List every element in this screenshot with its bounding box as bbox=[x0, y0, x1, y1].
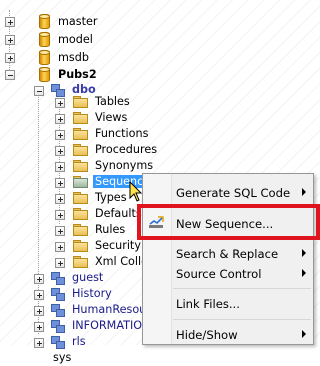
expand-humanresources-button[interactable] bbox=[34, 306, 44, 316]
schema-icon bbox=[51, 319, 65, 333]
tree-node-label: INFORMATION bbox=[72, 319, 151, 332]
menu-item-label: Generate SQL Code bbox=[176, 186, 291, 200]
schema-icon bbox=[51, 83, 65, 97]
database-icon bbox=[39, 32, 50, 47]
expand-tables-button[interactable] bbox=[55, 98, 65, 108]
tree-node-functions[interactable]: Functions bbox=[73, 125, 150, 142]
tree-node-rules[interactable]: Rules bbox=[73, 221, 127, 238]
expand-model-button[interactable] bbox=[5, 35, 15, 45]
tree-node-label: Synonyms bbox=[95, 159, 154, 172]
expand-functions-button[interactable] bbox=[55, 130, 65, 140]
expand-xml-collections-button[interactable] bbox=[55, 258, 65, 268]
tree-node-views[interactable]: Views bbox=[73, 109, 129, 126]
menu-item-label: Search & Replace bbox=[176, 247, 279, 261]
expand-security-policies-button[interactable] bbox=[55, 242, 65, 252]
schema-icon bbox=[51, 287, 65, 301]
tree-node-label: master bbox=[58, 15, 98, 28]
submenu-arrow-icon bbox=[302, 269, 306, 277]
folder-icon bbox=[73, 144, 88, 156]
tree-node-label: model bbox=[58, 33, 93, 46]
expand-information-schema-button[interactable] bbox=[34, 322, 44, 332]
tree-node-procedures[interactable]: Procedures bbox=[73, 141, 159, 158]
tree-node-label: Views bbox=[95, 111, 128, 124]
expand-master-button[interactable] bbox=[5, 17, 15, 27]
tree-node-label: History bbox=[72, 287, 112, 300]
tree-node-synonyms[interactable]: Synonyms bbox=[73, 157, 155, 174]
expand-guest-button[interactable] bbox=[34, 274, 44, 284]
tree-node-label: guest bbox=[72, 271, 104, 284]
tree-node-model[interactable]: model bbox=[39, 31, 95, 48]
tree-node-sys[interactable]: sys bbox=[51, 349, 73, 366]
tree-node-label: rls bbox=[72, 335, 86, 348]
tree-node-label: Types bbox=[95, 191, 127, 204]
folder-icon bbox=[73, 96, 88, 108]
tree-node-master[interactable]: master bbox=[39, 13, 99, 30]
tree-node-msdb[interactable]: msdb bbox=[39, 49, 91, 66]
tree-node-types[interactable]: Types bbox=[73, 189, 129, 206]
highlight-annotation bbox=[137, 204, 320, 240]
tree-node-history[interactable]: History bbox=[51, 285, 114, 302]
menu-item-link-files[interactable]: Link Files... bbox=[176, 293, 312, 315]
menu-separator bbox=[173, 319, 311, 320]
tree-node-rls[interactable]: rls bbox=[51, 333, 88, 350]
expand-sequences-button[interactable] bbox=[55, 178, 65, 188]
menu-item-search-replace[interactable]: Search & Replace bbox=[176, 243, 312, 265]
schema-icon bbox=[51, 303, 65, 317]
menu-item-source-control[interactable]: Source Control bbox=[176, 263, 312, 285]
expand-msdb-button[interactable] bbox=[5, 53, 15, 63]
expand-history-button[interactable] bbox=[34, 290, 44, 300]
tree-node-label: Tables bbox=[95, 95, 130, 108]
submenu-arrow-icon bbox=[302, 188, 306, 196]
expand-types-button[interactable] bbox=[55, 194, 65, 204]
collapse-pubs2-button[interactable] bbox=[5, 70, 15, 80]
expand-defaults-button[interactable] bbox=[55, 210, 65, 220]
tree-node-label: HumanResour bbox=[72, 303, 151, 316]
tree-node-information-schema[interactable]: INFORMATION bbox=[51, 317, 152, 334]
collapse-dbo-button[interactable] bbox=[34, 86, 44, 96]
menu-item-label: Source Control bbox=[176, 267, 262, 281]
database-icon bbox=[39, 50, 50, 65]
tree-node-tables[interactable]: Tables bbox=[73, 93, 132, 110]
tree-node-label: msdb bbox=[58, 51, 89, 64]
tree-node-label: sys bbox=[53, 351, 72, 364]
menu-icon-gutter bbox=[143, 174, 172, 344]
tree-node-defaults[interactable]: Defaults bbox=[73, 205, 144, 222]
expand-synonyms-button[interactable] bbox=[55, 162, 65, 172]
menu-separator bbox=[173, 288, 311, 289]
expand-views-button[interactable] bbox=[55, 114, 65, 124]
submenu-arrow-icon bbox=[302, 330, 306, 338]
tree-node-label: Pubs2 bbox=[58, 68, 97, 81]
database-icon bbox=[39, 14, 50, 29]
database-icon bbox=[39, 67, 50, 82]
tree-node-label: Rules bbox=[95, 223, 126, 236]
mouse-cursor-icon bbox=[129, 181, 143, 202]
folder-icon bbox=[73, 128, 88, 140]
folder-icon bbox=[73, 160, 88, 172]
submenu-arrow-icon bbox=[302, 249, 306, 257]
folder-icon bbox=[73, 256, 88, 268]
folder-icon bbox=[73, 192, 88, 204]
folder-icon bbox=[73, 112, 88, 124]
folder-icon bbox=[73, 176, 88, 188]
context-menu: Generate SQL Code New Sequence... Search… bbox=[142, 173, 314, 345]
tree-node-guest[interactable]: guest bbox=[51, 269, 105, 286]
menu-item-label: Link Files... bbox=[176, 297, 240, 311]
schema-icon bbox=[51, 335, 65, 349]
expand-rls-button[interactable] bbox=[34, 338, 44, 348]
expand-rules-button[interactable] bbox=[55, 226, 65, 236]
folder-icon bbox=[73, 240, 88, 252]
tree-node-label: Procedures bbox=[95, 143, 158, 156]
menu-item-hide-show[interactable]: Hide/Show bbox=[176, 324, 312, 346]
menu-item-generate-sql-code[interactable]: Generate SQL Code bbox=[176, 182, 312, 204]
schema-icon bbox=[51, 271, 65, 285]
menu-item-label: Hide/Show bbox=[176, 328, 238, 342]
expand-procedures-button[interactable] bbox=[55, 146, 65, 156]
folder-icon bbox=[73, 224, 88, 236]
folder-icon bbox=[73, 208, 88, 220]
tree-node-label: Functions bbox=[95, 127, 149, 140]
tree-node-humanresources[interactable]: HumanResour bbox=[51, 301, 153, 318]
